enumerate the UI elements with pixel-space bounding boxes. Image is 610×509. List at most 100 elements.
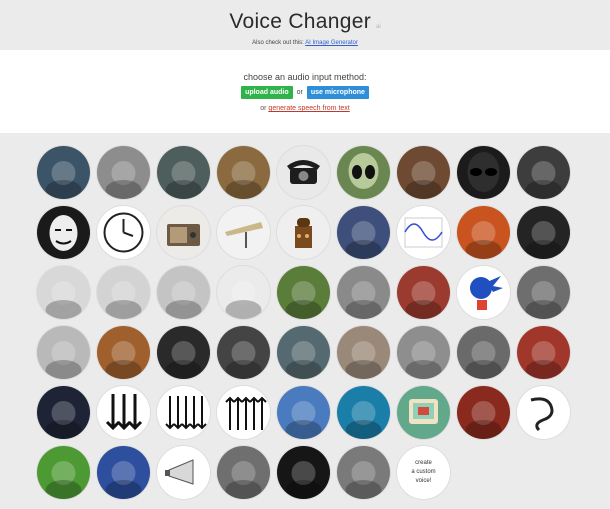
snail-icon	[285, 281, 322, 319]
chipmunks-icon	[285, 401, 322, 439]
voice-option[interactable]	[277, 326, 330, 379]
ai-image-generator-link[interactable]: AI Image Generator	[305, 40, 358, 46]
tts-prefix: or	[260, 105, 267, 112]
alien-icon	[348, 153, 379, 189]
sea-creature-icon	[45, 161, 82, 199]
robot-figure-icon	[45, 281, 82, 319]
voice-option[interactable]	[217, 146, 270, 199]
radio-icon	[167, 224, 200, 246]
voice-option[interactable]	[37, 386, 90, 439]
voice-option[interactable]	[97, 266, 150, 319]
subtitle: Also check out this: AI Image Generator	[0, 40, 610, 46]
gramophone-icon	[105, 161, 142, 199]
tts-row: or generate speech from text	[0, 105, 610, 112]
voice-option[interactable]	[277, 446, 330, 499]
speaker-man-icon	[165, 341, 202, 379]
voice-option[interactable]	[277, 266, 330, 319]
voice-option[interactable]	[277, 146, 330, 199]
voice-option[interactable]	[217, 386, 270, 439]
voice-option[interactable]	[457, 206, 510, 259]
voice-option[interactable]	[397, 326, 450, 379]
voice-option[interactable]	[517, 146, 570, 199]
create-custom-voice-button[interactable]: create a custom voice!	[397, 446, 450, 499]
voice-option[interactable]	[37, 326, 90, 379]
voice-option[interactable]	[397, 386, 450, 439]
wtf-meme-icon	[345, 341, 382, 379]
voice-option[interactable]	[517, 206, 570, 259]
voice-option[interactable]	[37, 266, 90, 319]
voice-option[interactable]	[97, 146, 150, 199]
dark-alien-icon	[467, 152, 500, 192]
voice-option[interactable]	[157, 386, 210, 439]
wall-clock-icon	[103, 212, 144, 253]
voice-option[interactable]	[277, 206, 330, 259]
voice-option[interactable]	[457, 386, 510, 439]
hand-phone-icon	[45, 341, 82, 379]
voice-option[interactable]	[97, 206, 150, 259]
voice-grid: create a custom voice!	[37, 146, 577, 499]
voice-option[interactable]	[457, 146, 510, 199]
voice-option[interactable]	[97, 326, 150, 379]
robot-toy-icon	[105, 281, 142, 319]
voice-option[interactable]	[517, 326, 570, 379]
dalek-icon	[295, 218, 312, 248]
voice-option[interactable]	[217, 326, 270, 379]
voice-option[interactable]	[217, 446, 270, 499]
voice-option[interactable]	[457, 266, 510, 319]
angry-face-icon	[525, 341, 562, 379]
wooden-box-icon	[105, 341, 142, 379]
audio-input-panel: choose an audio input method: upload aud…	[0, 50, 610, 133]
dark-robot-icon	[525, 161, 562, 199]
telephone-icon	[287, 160, 320, 184]
witch-king-icon	[225, 341, 262, 379]
voice-option[interactable]	[97, 446, 150, 499]
voice-option[interactable]	[337, 446, 390, 499]
voice-option[interactable]	[157, 206, 210, 259]
arrows-down-small-icon	[165, 396, 207, 430]
voice-option[interactable]	[217, 206, 270, 259]
voice-option[interactable]	[457, 326, 510, 379]
voice-option[interactable]	[277, 386, 330, 439]
arrows-down-icon	[105, 394, 143, 431]
upload-audio-button[interactable]: upload audio	[241, 86, 293, 99]
runner-icon	[405, 281, 442, 319]
red-robot-icon	[465, 401, 502, 439]
voice-option[interactable]	[157, 266, 210, 319]
voice-option[interactable]	[517, 266, 570, 319]
voice-option[interactable]	[37, 146, 90, 199]
cave-icon	[525, 221, 562, 259]
black-surface-icon	[285, 461, 322, 499]
voice-option[interactable]	[517, 386, 570, 439]
custom-voice-label: voice!	[415, 478, 432, 484]
sine-wave-icon	[404, 217, 443, 248]
voice-option[interactable]	[157, 446, 210, 499]
voice-option[interactable]	[157, 326, 210, 379]
voice-option[interactable]	[37, 206, 90, 259]
mosquito-icon	[45, 461, 82, 499]
voice-option[interactable]	[337, 146, 390, 199]
voice-option[interactable]	[337, 386, 390, 439]
tin-robot-icon	[165, 281, 202, 319]
voice-option[interactable]	[337, 266, 390, 319]
voice-option[interactable]	[397, 206, 450, 259]
page-header: Voice Changer ai Also check out this: AI…	[0, 0, 610, 50]
voice-option[interactable]	[397, 266, 450, 319]
voice-option[interactable]	[37, 446, 90, 499]
voice-option[interactable]	[97, 386, 150, 439]
voice-option[interactable]	[337, 206, 390, 259]
ghost-hand-icon	[165, 161, 202, 199]
voice-option[interactable]	[397, 146, 450, 199]
generate-speech-link[interactable]: generate speech from text	[268, 105, 349, 112]
megaphone-icon	[165, 459, 194, 485]
soldier-icon	[285, 341, 322, 379]
custom-voice-label: a custom	[411, 469, 436, 475]
diver-icon	[345, 401, 382, 439]
old-man-icon	[525, 281, 562, 319]
voice-option[interactable]	[157, 146, 210, 199]
title-badge: ai	[376, 24, 381, 30]
mech-robot-icon	[105, 461, 142, 499]
sonic-icon	[470, 276, 503, 310]
voice-option[interactable]	[217, 266, 270, 319]
use-microphone-button[interactable]: use microphone	[306, 86, 369, 99]
voice-option[interactable]	[337, 326, 390, 379]
